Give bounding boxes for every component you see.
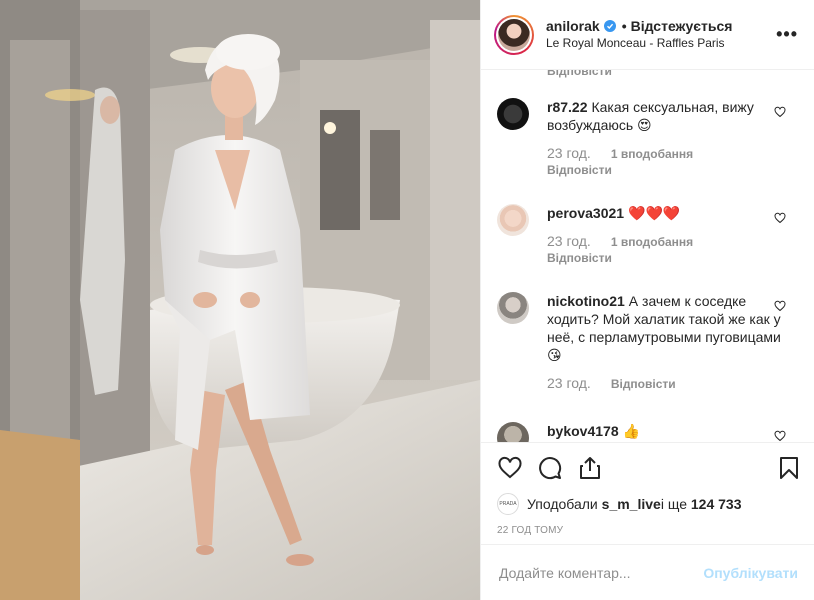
comment-text-row: bykov4178 👍: [547, 422, 794, 440]
comment-time[interactable]: 23 год.: [547, 233, 591, 249]
comment-meta: 23 год. 1 вподобання Відповісти: [547, 146, 794, 177]
separator-dot: •: [621, 17, 627, 34]
comment-body: bykov4178 👍: [547, 422, 794, 442]
comment-body: nickotino21 А зачем к соседке ходить? Мой…: [547, 292, 794, 391]
comment-input[interactable]: [497, 563, 704, 582]
comment-like-heart-icon[interactable]: [774, 106, 786, 118]
author-avatar-frame: [496, 16, 532, 53]
comment-text: 👍: [622, 423, 641, 439]
bathroom-photo-illustration: [0, 0, 480, 600]
comment-body: r87.22 Какая сексуальная, вижу возбуждаюс…: [547, 98, 794, 177]
add-comment-bar: Опублікувати: [481, 544, 814, 600]
comment-like-heart-icon[interactable]: [774, 212, 786, 224]
comment-text-row: r87.22 Какая сексуальная, вижу возбуждаюс…: [547, 98, 794, 134]
reply-button[interactable]: Відповісти: [547, 163, 794, 177]
commenter-avatar[interactable]: [497, 204, 529, 236]
author-username[interactable]: anilorak: [546, 18, 600, 35]
likes-count[interactable]: 124 733: [691, 496, 742, 512]
comment-item: nickotino21 А зачем к соседке ходить? Мой…: [497, 292, 794, 391]
author-info: anilorak • Відстежується Le Royal Moncea…: [546, 18, 776, 52]
reply-button[interactable]: Відповісти: [547, 251, 794, 265]
comment-text-row: perova3021 ❤️❤️❤️: [547, 204, 794, 222]
likes-middle: і ще: [660, 496, 687, 512]
comment-username[interactable]: perova3021: [547, 205, 624, 221]
comment-item: r87.22 Какая сексуальная, вижу возбуждаюс…: [497, 98, 794, 177]
author-avatar[interactable]: [494, 14, 534, 55]
author-avatar-image: [498, 18, 530, 51]
action-icons-row: [481, 443, 814, 493]
commenter-avatar[interactable]: [497, 422, 529, 442]
comment-like-heart-icon[interactable]: [774, 300, 786, 312]
likes-summary: PRADA Уподобали s_m_live і ще 124 733: [481, 493, 814, 515]
like-heart-icon[interactable]: [497, 455, 523, 481]
comment-text: ❤️❤️❤️: [628, 205, 681, 221]
share-icon[interactable]: [577, 455, 603, 481]
comment-bubble-icon[interactable]: [537, 455, 563, 481]
comment-time[interactable]: 23 год.: [547, 145, 591, 161]
reply-link-partial[interactable]: Відповісти: [547, 70, 612, 78]
comment-like-heart-icon[interactable]: [774, 430, 786, 442]
reply-button[interactable]: Відповісти: [611, 377, 676, 391]
publish-button[interactable]: Опублікувати: [703, 565, 798, 581]
post-sidebar: anilorak • Відстежується Le Royal Moncea…: [480, 0, 814, 600]
more-options-icon[interactable]: •••: [776, 24, 798, 45]
verified-badge-icon: [603, 20, 616, 32]
likes-prefix: Уподобали: [527, 496, 598, 512]
comment-likes[interactable]: 1 вподобання: [611, 147, 693, 161]
liker-username[interactable]: s_m_live: [602, 496, 661, 512]
comment-text-row: nickotino21 А зачем к соседке ходить? Мой…: [547, 292, 794, 364]
comment-item: perova3021 ❤️❤️❤️ 23 год. 1 вподобання Від…: [497, 204, 794, 265]
commenter-avatar[interactable]: [497, 292, 529, 324]
commenter-avatar[interactable]: [497, 98, 529, 130]
comment-body: perova3021 ❤️❤️❤️ 23 год. 1 вподобання Від…: [547, 204, 794, 265]
liker-avatar[interactable]: PRADA: [497, 493, 519, 515]
comments-list[interactable]: Відповісти r87.22 Какая сексуальная, вижу…: [481, 70, 814, 442]
post-photo[interactable]: [0, 0, 480, 600]
comment-likes[interactable]: 1 вподобання: [611, 235, 693, 249]
post-location[interactable]: Le Royal Monceau - Raffles Paris: [546, 35, 776, 52]
post-header: anilorak • Відстежується Le Royal Moncea…: [481, 0, 814, 70]
comment-username[interactable]: r87.22: [547, 99, 587, 115]
instagram-post: anilorak • Відстежується Le Royal Moncea…: [0, 0, 814, 600]
bookmark-icon[interactable]: [776, 455, 802, 481]
comment-item: bykov4178 👍: [497, 422, 794, 442]
comment-meta: 23 год. 1 вподобання Відповісти: [547, 234, 794, 265]
comment-username[interactable]: bykov4178: [547, 423, 619, 439]
comment-time[interactable]: 23 год.: [547, 375, 591, 391]
post-timestamp[interactable]: 22 ГОД ТОМУ: [481, 515, 814, 536]
comment-username[interactable]: nickotino21: [547, 293, 625, 309]
author-row: anilorak • Відстежується: [546, 18, 776, 35]
comment-meta: 23 год. Відповісти: [547, 376, 794, 391]
following-button[interactable]: Відстежується: [631, 18, 733, 35]
